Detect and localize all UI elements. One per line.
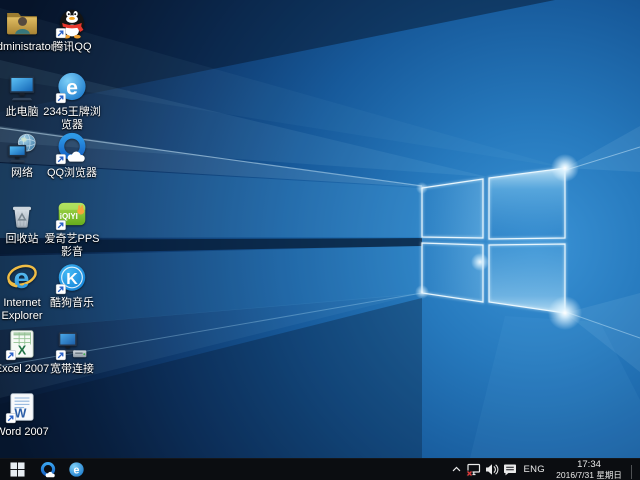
network-disconnected-icon [466,463,481,477]
svg-text:W: W [14,406,27,421]
desktop-icon-iqiyi-pps[interactable]: iQIYI 爱奇艺PPS 影音 [39,197,105,259]
q-cloud-icon [39,461,57,479]
q-cloud-icon [55,131,89,165]
tray-action-center-button[interactable] [501,459,519,480]
user-folder-icon [5,5,39,39]
shortcut-arrow-badge [56,154,66,164]
desktop-icon-kugou-music[interactable]: K 酷狗音乐 [39,261,105,310]
shortcut-arrow-badge [6,413,16,423]
show-desktop-button[interactable] [634,459,640,480]
shortcut-arrow-badge [56,93,66,103]
tray-overflow-button[interactable] [449,459,464,480]
word-icon: W [5,390,39,424]
action-center-icon [503,463,517,476]
taskbar-empty-area [90,459,449,480]
blue-e-sphere-icon: e [55,70,89,104]
tray-language-indicator[interactable]: ENG [519,459,551,480]
blue-e-sphere-icon: e [68,461,85,478]
desktop-icon-word-2007[interactable]: W Word 2007 [0,390,55,439]
svg-text:K: K [66,271,78,288]
windows-desktop: Administrator 腾讯QQ [0,0,640,480]
desktop-icon-broadband[interactable]: 宽带连接 [39,327,105,376]
shortcut-arrow-badge [6,350,16,360]
desktop-icon-label: 宽带连接 [39,363,105,376]
clock-date: 2016/7/31 星期日 [556,470,622,480]
taskbar: e [0,458,640,480]
excel-icon: X [5,327,39,361]
chevron-up-icon [451,464,462,475]
tray-volume-button[interactable] [483,459,501,480]
windows-logo-icon [10,462,25,477]
svg-text:X: X [18,343,27,358]
ie-icon: e [5,261,39,295]
tray-network-button[interactable] [464,459,483,480]
svg-text:e: e [66,75,78,99]
desktop-icon-qq-browser[interactable]: QQ浏览器 [39,131,105,180]
svg-text:e: e [73,464,79,476]
shortcut-arrow-badge [56,284,66,294]
desktop-icon-label: Word 2007 [0,426,55,439]
desktop-icon-label: 酷狗音乐 [39,297,105,310]
desktop-icon-2345-browser[interactable]: e 2345王牌浏览器 [39,70,105,132]
computer-icon [5,70,39,104]
speaker-icon [485,463,499,476]
shortcut-arrow-badge [56,220,66,230]
desktop-icon-label: 2345王牌浏览器 [39,106,105,132]
svg-text:iQIYI: iQIYI [60,212,78,221]
kugou-icon: K [55,261,89,295]
tray-clock[interactable]: 17:34 2016/7/31 星期日 [550,459,628,480]
tray-divider [631,465,632,479]
recycle-bin-icon [5,197,39,231]
desktop-icon-label: QQ浏览器 [39,167,105,180]
shortcut-arrow-badge [56,28,66,38]
network-globe-icon [5,131,39,165]
iqiyi-icon: iQIYI [55,197,89,231]
desktop-icon-label: 爱奇艺PPS 影音 [39,233,105,259]
taskbar-2345-browser-button[interactable]: e [62,459,90,480]
svg-text:e: e [13,263,29,295]
qq-penguin-icon [55,5,89,39]
broadband-icon [55,327,89,361]
system-tray: ENG 17:34 2016/7/31 星期日 [449,459,640,480]
clock-time: 17:34 [556,460,622,470]
desktop-wallpaper[interactable]: Administrator 腾讯QQ [0,0,640,458]
taskbar-qq-browser-button[interactable] [34,459,62,480]
desktop-icon-tencent-qq[interactable]: 腾讯QQ [39,5,105,54]
desktop-icon-label: 腾讯QQ [39,41,105,54]
shortcut-arrow-badge [56,350,66,360]
start-button[interactable] [0,459,34,480]
